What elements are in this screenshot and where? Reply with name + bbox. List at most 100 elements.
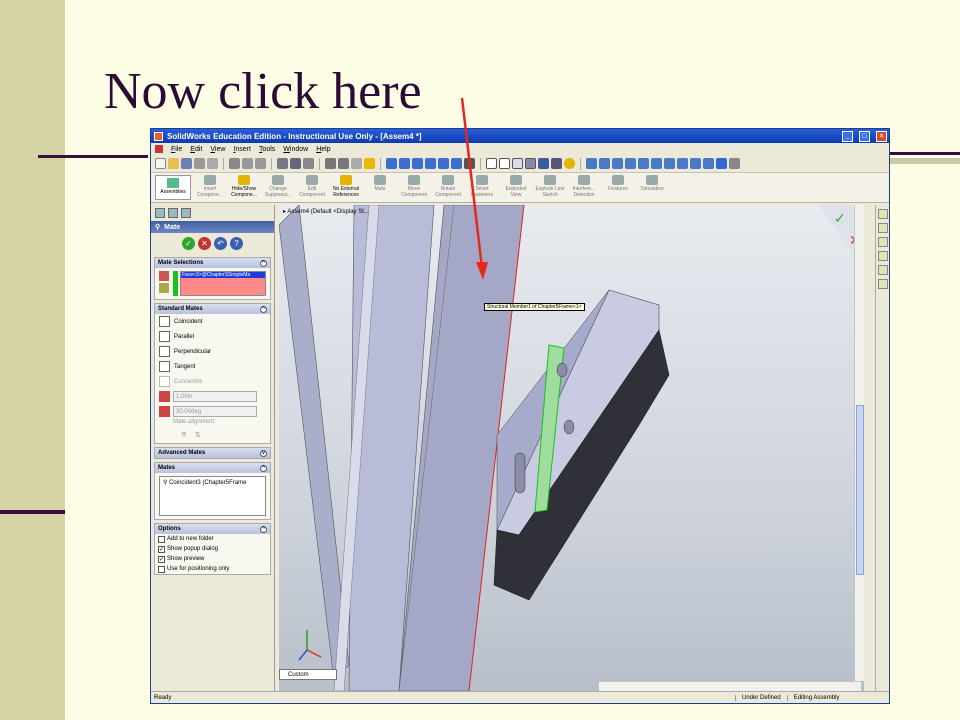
configuration-tab-icon[interactable]: [181, 208, 191, 218]
assemblies-tab[interactable]: Assemblies: [155, 175, 191, 200]
normal-to-icon[interactable]: [716, 158, 727, 169]
section-header[interactable]: Options ^: [155, 524, 270, 534]
select-icon[interactable]: [277, 158, 288, 169]
open-folder-icon[interactable]: [168, 158, 179, 169]
mate-coincident[interactable]: Coincident: [155, 314, 270, 329]
cmd-interference-detection[interactable]: Interfere... Detection: [569, 175, 599, 198]
zoom-area-icon[interactable]: [399, 158, 410, 169]
help-button[interactable]: ?: [230, 237, 243, 250]
angle-icon[interactable]: [159, 406, 170, 417]
accept-icon[interactable]: ✓: [834, 210, 846, 226]
ok-button[interactable]: ✓: [182, 237, 195, 250]
menu-insert[interactable]: Insert: [233, 146, 251, 153]
checkbox[interactable]: ✓: [158, 545, 165, 553]
scroll-thumb[interactable]: [856, 405, 864, 575]
home-icon[interactable]: [878, 209, 888, 219]
cmd-simulation[interactable]: Simulation: [637, 175, 667, 192]
graphics-area[interactable]: ✓ ✕ ▸ Assem4 (Default <Display St... Str…: [279, 205, 864, 691]
cmd-move-component[interactable]: Move Component: [399, 175, 429, 198]
option-positioning-only[interactable]: Use for positioning only: [155, 564, 270, 574]
collapse-icon[interactable]: ^: [260, 305, 267, 313]
cmd-exploded-view[interactable]: Exploded View: [501, 175, 531, 198]
expand-icon[interactable]: v: [260, 449, 267, 457]
appearance-icon[interactable]: [564, 158, 575, 169]
view-mode-dropdown[interactable]: Custom: [279, 669, 337, 680]
hole-top[interactable]: [556, 362, 568, 378]
section-header[interactable]: Standard Mates ^: [155, 304, 270, 314]
menu-tools[interactable]: Tools: [259, 146, 275, 153]
cancel-button[interactable]: ✕: [198, 237, 211, 250]
horizontal-scrollbar[interactable]: [599, 681, 861, 691]
hidden-lines-icon[interactable]: [499, 158, 510, 169]
shaded-icon[interactable]: [525, 158, 536, 169]
design-library-icon[interactable]: [878, 223, 888, 233]
left-view-icon[interactable]: [625, 158, 636, 169]
file-explorer-icon[interactable]: [878, 237, 888, 247]
front-view-icon[interactable]: [599, 158, 610, 169]
isometric-view-icon[interactable]: [677, 158, 688, 169]
cmd-insert-components[interactable]: Insert Compone...: [195, 175, 225, 198]
aligned-icon[interactable]: ⇈: [181, 431, 187, 439]
zoom-selection-icon[interactable]: [425, 158, 436, 169]
print-preview-icon[interactable]: [207, 158, 218, 169]
cmd-mate[interactable]: Mate: [365, 175, 395, 192]
vertical-scrollbar[interactable]: [854, 205, 864, 681]
options-icon[interactable]: [303, 158, 314, 169]
pan-icon[interactable]: [451, 158, 462, 169]
cut-icon[interactable]: [229, 158, 240, 169]
checkbox[interactable]: [158, 565, 165, 573]
cmd-no-external-references[interactable]: No External References: [331, 175, 361, 198]
mate-parallel[interactable]: Parallel: [155, 329, 270, 344]
collapse-icon[interactable]: ^: [260, 525, 267, 533]
anti-aligned-icon[interactable]: ⇅: [195, 431, 201, 439]
section-header[interactable]: Advanced Mates v: [155, 448, 270, 458]
back-view-icon[interactable]: [612, 158, 623, 169]
standard-views-icon[interactable]: [586, 158, 597, 169]
trimetric-view-icon[interactable]: [690, 158, 701, 169]
zoom-in-icon[interactable]: [412, 158, 423, 169]
expand-pane-icon[interactable]: [878, 279, 888, 289]
cmd-edit-component[interactable]: Edit Component: [297, 175, 327, 198]
table-icon[interactable]: [338, 158, 349, 169]
section-header[interactable]: Mate Selections ^: [155, 258, 270, 268]
section-header[interactable]: Mates ^: [155, 463, 270, 473]
right-view-icon[interactable]: [638, 158, 649, 169]
view-palette-icon[interactable]: [878, 251, 888, 261]
property-manager-tab-icon[interactable]: [168, 208, 178, 218]
menu-file[interactable]: File: [171, 146, 182, 153]
menu-view[interactable]: View: [210, 146, 225, 153]
cmd-hide-show-components[interactable]: Hide/Show Compone...: [229, 175, 259, 198]
beam-left[interactable]: [279, 205, 350, 681]
slot[interactable]: [514, 452, 526, 494]
undo-button[interactable]: ↶: [214, 237, 227, 250]
appearances-icon[interactable]: [878, 265, 888, 275]
wireframe-icon[interactable]: [486, 158, 497, 169]
rebuild-icon[interactable]: [290, 158, 301, 169]
section-view-icon[interactable]: [538, 158, 549, 169]
option-add-to-folder[interactable]: Add to new folder: [155, 534, 270, 544]
option-show-popup[interactable]: ✓ Show popup dialog: [155, 544, 270, 554]
top-view-icon[interactable]: [651, 158, 662, 169]
component-icon[interactable]: [351, 158, 362, 169]
zoom-to-fit-icon[interactable]: [386, 158, 397, 169]
new-document-icon[interactable]: [155, 158, 166, 169]
cmd-change-suppression[interactable]: Change Suppressi...: [263, 175, 293, 198]
mate-entry[interactable]: Coincident3 (Chapter5Frame: [169, 480, 246, 486]
print-icon[interactable]: [194, 158, 205, 169]
selection-filter-icon[interactable]: [159, 271, 169, 281]
minimize-button[interactable]: _: [842, 130, 853, 142]
collapse-icon[interactable]: ^: [260, 259, 267, 267]
maximize-button[interactable]: □: [859, 130, 870, 142]
menu-help[interactable]: Help: [316, 146, 330, 153]
mate-concentric[interactable]: Concentric: [155, 374, 270, 389]
mate-selection-list[interactable]: Face<3>@ChapterSSimpleMa: [180, 271, 266, 296]
shaded-edges-icon[interactable]: [512, 158, 523, 169]
collapse-icon[interactable]: ^: [260, 464, 267, 472]
pin-icon[interactable]: [159, 283, 169, 293]
cmd-smart-fasteners[interactable]: Smart Fasteners: [467, 175, 497, 198]
distance-field[interactable]: 1.00in: [173, 391, 257, 402]
bottom-view-icon[interactable]: [664, 158, 675, 169]
grid-icon[interactable]: [325, 158, 336, 169]
redo-icon[interactable]: [255, 158, 266, 169]
cmd-explode-line-sketch[interactable]: Explode Line Sketch: [535, 175, 565, 198]
